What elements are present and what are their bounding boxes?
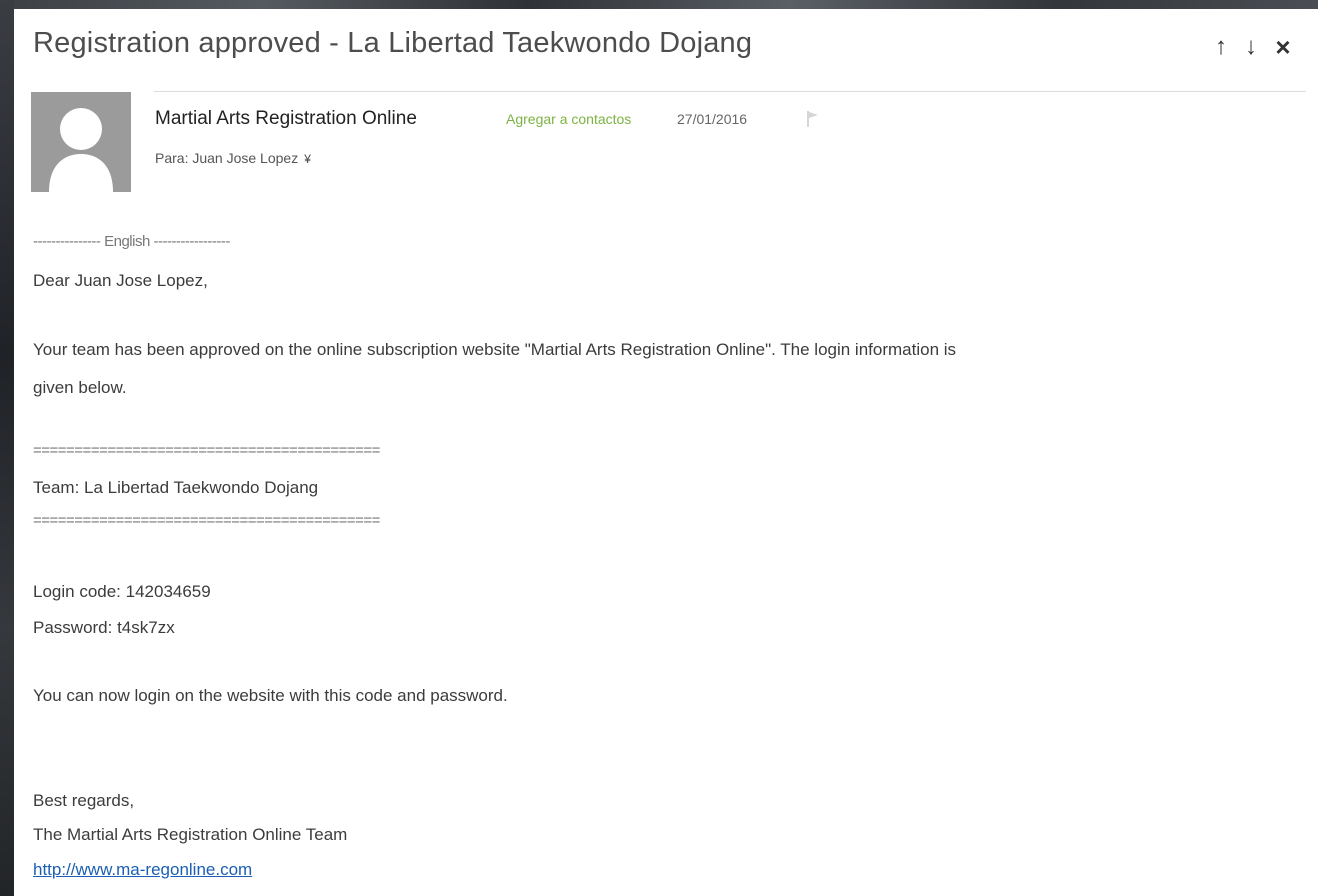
previous-message-arrow-icon[interactable]: ↑: [1208, 33, 1234, 61]
close-icon[interactable]: ×: [1270, 32, 1296, 62]
header-divider: [154, 91, 1306, 92]
login-code-line: Login code: 142034659: [33, 582, 211, 601]
signature-line: The Martial Arts Registration Online Tea…: [33, 825, 348, 844]
instruction-line: You can now login on the website with th…: [33, 686, 508, 705]
email-subject: Registration approved - La Libertad Taek…: [33, 27, 753, 59]
avatar: [31, 92, 131, 192]
paragraph-line-1: Your team has been approved on the onlin…: [33, 340, 957, 359]
separator-top: ========================================…: [33, 442, 380, 459]
greeting: Dear Juan Jose Lopez,: [33, 271, 208, 290]
background-left-edge: [0, 0, 14, 896]
paragraph-line-2: given below.: [33, 378, 127, 397]
closing-line: Best regards,: [33, 791, 135, 810]
user-silhouette-icon: [31, 92, 131, 192]
password-line: Password: t4sk7zx: [33, 618, 175, 637]
email-reading-pane: Registration approved - La Libertad Taek…: [14, 9, 1318, 896]
sender-name: Martial Arts Registration Online: [155, 108, 417, 129]
add-to-contacts-link[interactable]: Agregar a contactos: [506, 111, 631, 127]
website-link[interactable]: http://www.ma-regonline.com: [33, 860, 252, 880]
email-date: 27/01/2016: [677, 111, 748, 127]
recipient-line: Para: Juan Jose Lopez ¥: [155, 150, 311, 166]
flag-icon[interactable]: [806, 110, 820, 128]
language-header: --------------- English ----------------…: [33, 233, 230, 250]
subject-header: Registration approved - La Libertad Taek…: [14, 9, 1318, 89]
team-line: Team: La Libertad Taekwondo Dojang: [33, 478, 319, 497]
next-message-arrow-icon[interactable]: ↓: [1238, 33, 1264, 61]
separator-bottom: ========================================…: [33, 512, 380, 529]
expand-recipients-chevron-icon[interactable]: ¥: [304, 152, 311, 166]
recipient-text: Para: Juan Jose Lopez: [155, 150, 299, 166]
